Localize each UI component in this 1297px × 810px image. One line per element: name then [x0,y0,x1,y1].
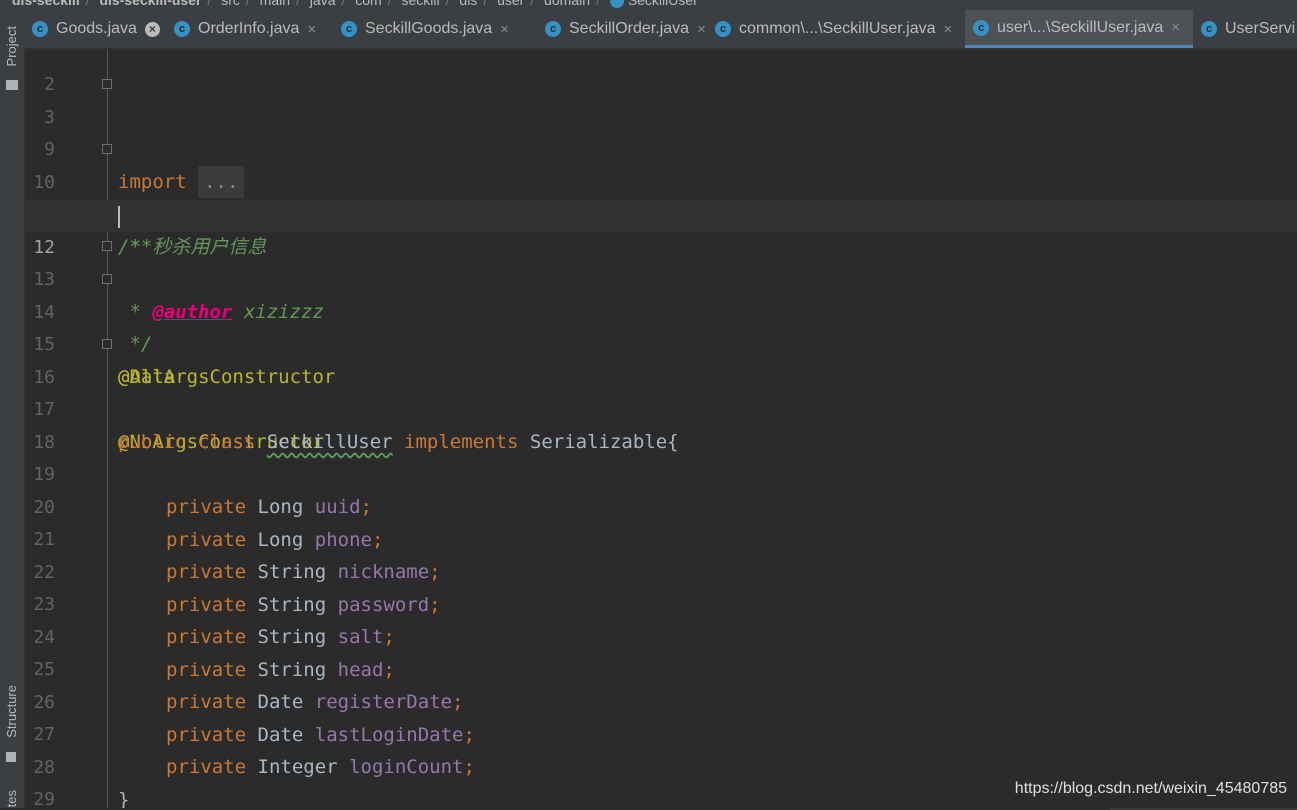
breadcrumb-item[interactable]: com [355,0,381,8]
close-icon[interactable]: × [144,21,160,37]
tab-goods[interactable]: c Goods.java × [24,10,166,48]
class-icon: c [545,21,561,37]
field-line[interactable]: 23 private String salt; [25,557,1297,648]
close-icon[interactable]: × [1171,19,1180,36]
code-line[interactable]: 10 /** [25,135,1297,258]
class-icon: c [174,21,190,37]
field-line[interactable]: 26 private Date lastLoginDate; [25,655,1297,746]
tab-orderinfo[interactable]: c OrderInfo.java × [166,10,333,48]
field-line[interactable]: 24 private String head; [25,590,1297,681]
breadcrumb-item[interactable]: SeckillUser [628,0,698,8]
left-tool-sidebar: Project Structure tes [0,10,25,808]
breadcrumb-item[interactable]: src [221,0,240,8]
code-line[interactable]: 11 * 秒杀用户信息 [25,167,1297,258]
code-line[interactable]: 28 } [25,720,1297,808]
close-icon[interactable]: × [944,21,953,38]
project-tool-tab[interactable]: Project [4,26,19,66]
breadcrumb-item[interactable]: seckill [402,0,440,8]
tab-label: SeckillOrder.java [569,20,690,37]
code-line[interactable]: 18 [25,395,1297,453]
breadcrumb: dis-seckill / dis-seckill-user / src / main… [0,0,1297,10]
code-line[interactable]: 14 @Data [25,265,1297,388]
field-line[interactable]: 21 private String nickname; [25,492,1297,583]
fold-toggle-icon[interactable] [102,274,112,284]
field-line[interactable]: 25 private Date registerDate; [25,622,1297,713]
code-line[interactable]: 13 */ [25,232,1297,355]
code-editor[interactable]: 2 3 import ... 9 10 /** 11 * 秒杀用户信息 12 *… [25,49,1297,808]
fold-toggle-icon[interactable] [102,339,112,349]
tab-seckillgoods[interactable]: c SeckillGoods.java × [333,10,537,48]
tab-userservice[interactable]: c UserServi [1193,10,1297,48]
breadcrumb-item[interactable]: dis-seckill-user [99,0,201,8]
code-line[interactable]: 2 [25,49,1297,95]
breadcrumb-item[interactable]: dis-seckill [12,0,80,8]
breadcrumb-item[interactable]: java [310,0,336,8]
tab-label: Goods.java [56,20,137,37]
tab-label: UserServi [1225,20,1296,37]
blog-watermark: https://blog.csdn.net/weixin_45480785 [1014,780,1287,797]
tab-label: user\...\SeckillUser.java [997,18,1164,36]
class-icon: c [973,19,989,36]
field-line[interactable]: 20 private Long phone; [25,460,1297,551]
folder-icon[interactable] [6,80,18,90]
code-line[interactable]: 9 [25,102,1297,160]
tab-label: common\...\SeckillUser.java [739,20,936,37]
code-line[interactable]: 16 @NoArgsConstructor [25,330,1297,453]
class-icon: c [1201,21,1217,37]
fold-toggle-icon[interactable] [102,144,112,154]
code-line[interactable]: 15 @AllArgsConstructor [25,297,1297,388]
class-icon [609,0,624,9]
field-line[interactable]: 22 private String password; [25,525,1297,616]
field-line[interactable]: 19 private Long uuid; [25,427,1297,518]
structure-icon[interactable] [6,752,16,762]
code-line[interactable]: 3 import ... [25,70,1297,198]
fold-toggle-icon[interactable] [102,79,112,89]
class-icon: c [341,21,357,37]
tab-label: SeckillGoods.java [365,20,493,37]
close-icon[interactable]: × [500,21,509,38]
tab-common-seckilluser[interactable]: c common\...\SeckillUser.java × [707,10,965,48]
breadcrumb-item[interactable]: dis [459,0,477,8]
class-icon: c [715,21,731,37]
code-line[interactable]: 17 public class SeckillUser implements S… [25,362,1297,453]
close-icon[interactable]: × [697,21,706,38]
text-caret [118,206,120,228]
fold-toggle-icon[interactable] [102,241,112,251]
close-icon[interactable]: × [307,21,316,38]
code-line-current[interactable]: 12 * @author xizizzz [25,200,1297,323]
breadcrumb-item[interactable]: main [260,0,290,8]
breadcrumb-item[interactable]: domain [544,0,590,8]
editor-tab-bar: c Goods.java × c OrderInfo.java × c Seck… [24,10,1297,49]
tab-user-seckilluser[interactable]: c user\...\SeckillUser.java × [965,10,1193,48]
breadcrumb-item[interactable]: user [497,0,524,8]
structure-tool-tab[interactable]: Structure [4,685,19,738]
class-icon: c [32,21,48,37]
tab-seckillorder[interactable]: c SeckillOrder.java × [537,10,707,48]
tab-label: OrderInfo.java [198,20,300,37]
field-line[interactable]: 27 private Integer loginCount; [25,687,1297,778]
bottom-tool-tab[interactable]: tes [4,790,19,807]
